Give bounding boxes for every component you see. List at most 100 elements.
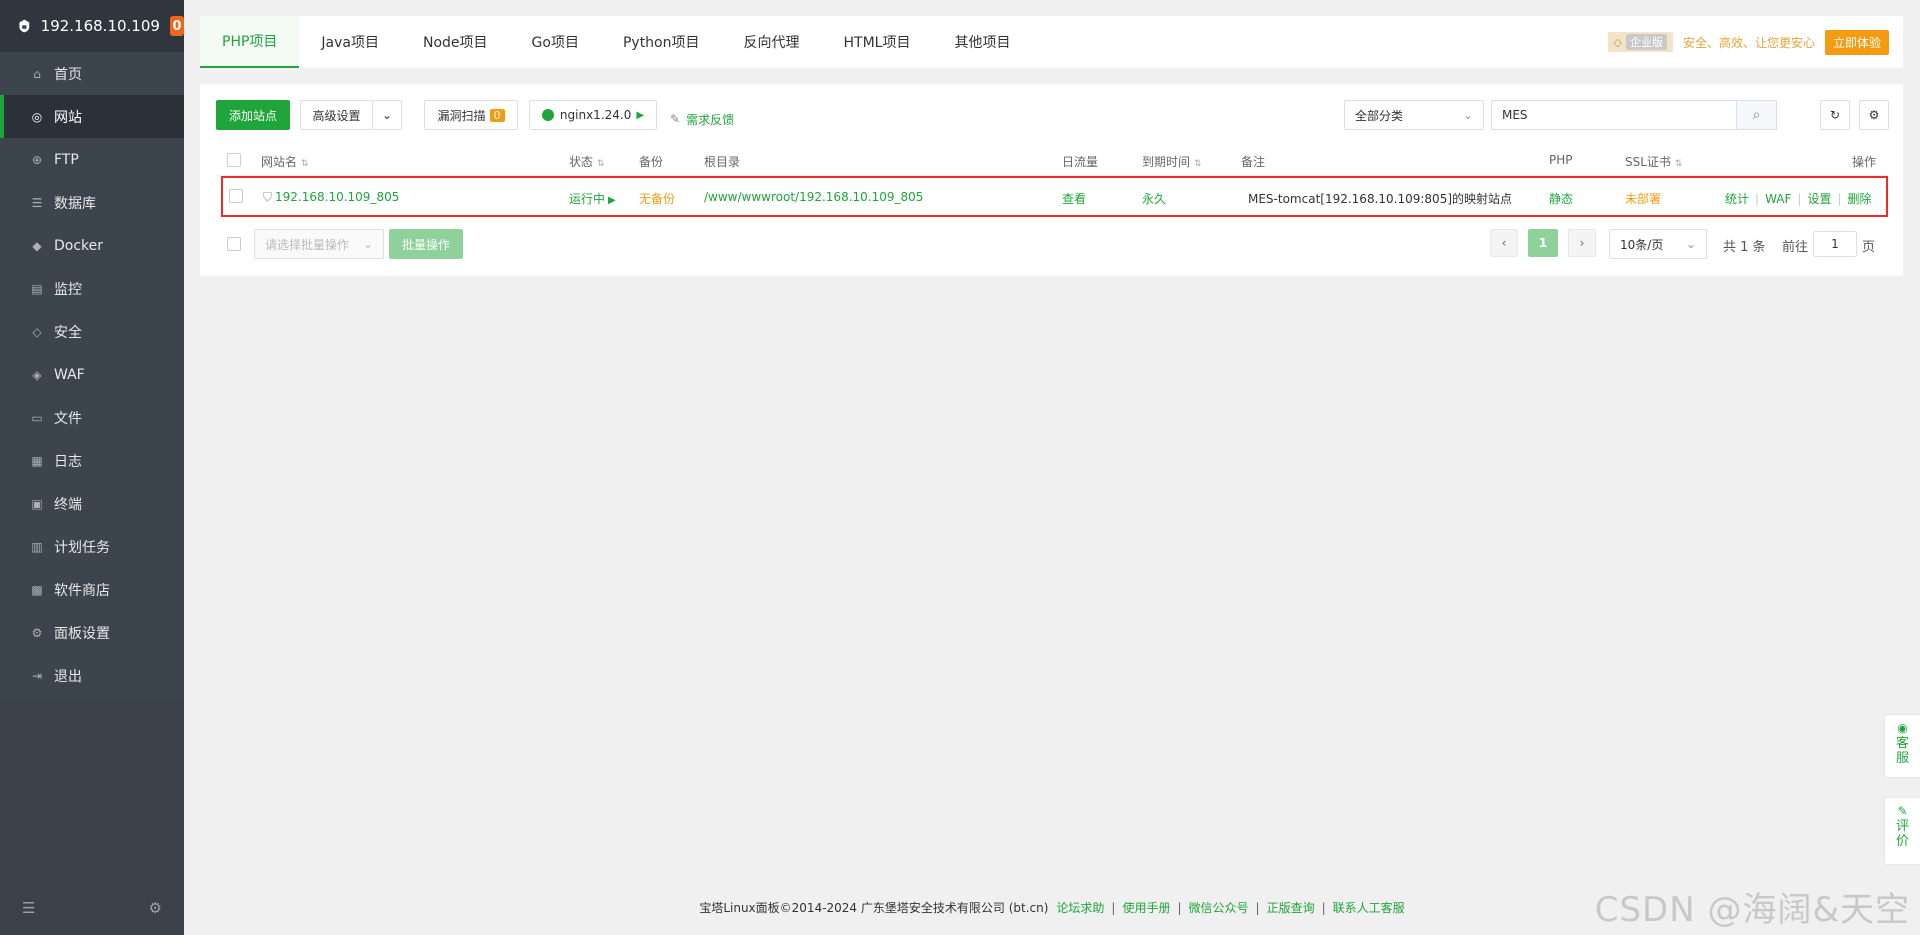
tab-reverse-proxy[interactable]: 反向代理: [722, 16, 822, 68]
next-page-button[interactable]: ›: [1568, 229, 1596, 257]
col-expire[interactable]: 到期时间 ⇅: [1142, 153, 1202, 170]
footer-link-support[interactable]: 联系人工客服: [1333, 899, 1405, 916]
try-now-button[interactable]: 立即体验: [1824, 29, 1889, 55]
sidebar-item-logs[interactable]: ▦ 日志: [0, 439, 184, 482]
add-site-button[interactable]: 添加站点: [216, 100, 290, 130]
category-select[interactable]: 全部分类 ⌄: [1344, 100, 1484, 130]
sidebar-item-home[interactable]: ⌂ 首页: [0, 52, 184, 95]
vuln-scan-button[interactable]: 漏洞扫描 0: [424, 100, 518, 130]
sidebar-item-monitor[interactable]: ▤ 监控: [0, 267, 184, 310]
php-version-link[interactable]: 静态: [1549, 190, 1573, 207]
sidebar-item-cron[interactable]: ▥ 计划任务: [0, 525, 184, 568]
footer-link-wechat[interactable]: 微信公众号: [1189, 899, 1249, 916]
col-ssl[interactable]: SSL证书 ⇅: [1625, 153, 1682, 170]
remark-text[interactable]: MES-tomcat[192.168.10.109:805]的映射站点: [1248, 190, 1512, 207]
sidebar-item-label: 软件商店: [54, 582, 110, 599]
batch-select-checkbox[interactable]: [227, 237, 241, 251]
col-backup: 备份: [639, 155, 664, 169]
page-size-value: 10条/页: [1620, 237, 1664, 252]
page-1[interactable]: 1: [1528, 229, 1558, 257]
float-char: 评: [1895, 819, 1909, 834]
search-button[interactable]: ⌕: [1736, 101, 1776, 129]
tab-go[interactable]: Go项目: [510, 16, 601, 68]
waf-link[interactable]: WAF: [1765, 192, 1791, 206]
gear-icon[interactable]: ⚙: [149, 899, 162, 917]
sidebar-item-waf[interactable]: ◈ WAF: [0, 353, 184, 396]
search-input[interactable]: [1492, 101, 1736, 129]
sidebar-item-label: 面板设置: [54, 625, 110, 642]
tab-php[interactable]: PHP项目: [200, 16, 300, 68]
ssl-link[interactable]: 未部署: [1625, 190, 1661, 207]
project-tabs: PHP项目 Java项目 Node项目 Go项目 Python项目 反向代理 H…: [200, 16, 1903, 68]
notification-badge[interactable]: 0: [169, 16, 184, 36]
row-actions: 统计 | WAF | 设置 | 删除: [1725, 190, 1872, 207]
stats-link[interactable]: 统计: [1725, 192, 1749, 206]
batch-action-button[interactable]: 批量操作: [389, 229, 463, 259]
col-root: 根目录: [704, 155, 741, 169]
sidebar-item-database[interactable]: ☰ 数据库: [0, 181, 184, 224]
collapse-menu-icon[interactable]: ☰: [22, 899, 35, 917]
prev-page-button[interactable]: ‹: [1490, 229, 1518, 257]
divider: |: [1177, 900, 1182, 915]
feedback-label: 需求反馈: [686, 112, 735, 127]
sidebar-item-label: 安全: [54, 324, 82, 341]
sidebar-item-website[interactable]: ◎ 网站: [0, 95, 184, 138]
delete-link[interactable]: 删除: [1848, 192, 1872, 206]
batch-action-select[interactable]: 请选择批量操作 ⌄: [254, 229, 384, 259]
col-name[interactable]: 网站名 ⇅: [261, 153, 309, 170]
col-status[interactable]: 状态 ⇅: [569, 153, 605, 170]
expire-link[interactable]: 永久: [1142, 190, 1166, 207]
select-all-checkbox[interactable]: [227, 153, 241, 167]
sidebar-item-security[interactable]: ◇ 安全: [0, 310, 184, 353]
tab-html[interactable]: HTML项目: [822, 16, 933, 68]
sidebar-item-terminal[interactable]: ▣ 终端: [0, 482, 184, 525]
table-settings-button[interactable]: ⚙: [1859, 100, 1889, 130]
tab-node[interactable]: Node项目: [401, 16, 510, 68]
goto-page-input[interactable]: 1: [1813, 231, 1857, 257]
sidebar-item-panel-settings[interactable]: ⚙ 面板设置: [0, 611, 184, 654]
sidebar-item-docker[interactable]: ◆ Docker: [0, 224, 184, 267]
tab-java[interactable]: Java项目: [299, 16, 401, 68]
advanced-settings-button[interactable]: 高级设置: [300, 100, 372, 130]
settings-icon: ⚙: [31, 625, 43, 640]
feedback-link[interactable]: ✎ 需求反馈: [670, 104, 734, 134]
sidebar-item-label: 网站: [54, 109, 82, 126]
tab-other[interactable]: 其他项目: [932, 16, 1032, 68]
col-label: SSL证书: [1625, 155, 1671, 169]
sidebar-item-label: 计划任务: [54, 539, 110, 556]
root-dir-link[interactable]: /www/wwwroot/192.168.10.109_805: [704, 190, 923, 204]
customer-service-button[interactable]: ◉ 客 服: [1884, 714, 1920, 778]
refresh-button[interactable]: ↻: [1820, 100, 1850, 130]
tab-python[interactable]: Python项目: [601, 16, 722, 68]
row-checkbox[interactable]: [229, 189, 243, 203]
sidebar-item-ftp[interactable]: ⊕ FTP: [0, 138, 184, 181]
logout-icon: ⇥: [31, 668, 43, 683]
sidebar-item-label: 文件: [54, 410, 82, 427]
backup-link[interactable]: 无备份: [639, 190, 675, 207]
table-row: ⛉ 192.168.10.109_805 运行中 ▶ 无备份 /www/wwwroo…: [221, 176, 1888, 217]
divider: |: [1797, 192, 1802, 206]
settings-link[interactable]: 设置: [1807, 192, 1831, 206]
float-char: 价: [1895, 834, 1909, 849]
advanced-dropdown-button[interactable]: ⌄: [372, 100, 402, 130]
review-button[interactable]: ✎ 评 价: [1884, 797, 1920, 865]
traffic-link[interactable]: 查看: [1062, 190, 1086, 207]
play-icon: ▶: [608, 195, 616, 206]
sidebar-item-logout[interactable]: ⇥ 退出: [0, 654, 184, 697]
footer-link-forum[interactable]: 论坛求助: [1056, 899, 1104, 916]
terminal-icon: ▣: [31, 496, 43, 511]
chevron-right-icon: ›: [1579, 236, 1585, 250]
sidebar-item-label: FTP: [54, 151, 79, 168]
site-name-link[interactable]: ⛉ 192.168.10.109_805: [263, 190, 399, 205]
status-toggle[interactable]: 运行中 ▶: [569, 190, 616, 207]
page-size-select[interactable]: 10条/页 ⌄: [1609, 229, 1707, 259]
sidebar-item-store[interactable]: ▩ 软件商店: [0, 568, 184, 611]
play-icon: ▶: [636, 109, 645, 121]
enterprise-badge: ◇ 企业版: [1607, 32, 1673, 52]
enterprise-promo: ◇ 企业版 安全、高效、让您更安心 立即体验: [1607, 16, 1904, 68]
footer-link-manual[interactable]: 使用手册: [1122, 899, 1170, 916]
sidebar-item-files[interactable]: ▭ 文件: [0, 396, 184, 439]
csdn-watermark: CSDN @海阔&天空: [1594, 890, 1910, 930]
footer-link-license[interactable]: 正版查询: [1267, 899, 1315, 916]
nginx-button[interactable]: nginx1.24.0 ▶: [529, 100, 657, 130]
